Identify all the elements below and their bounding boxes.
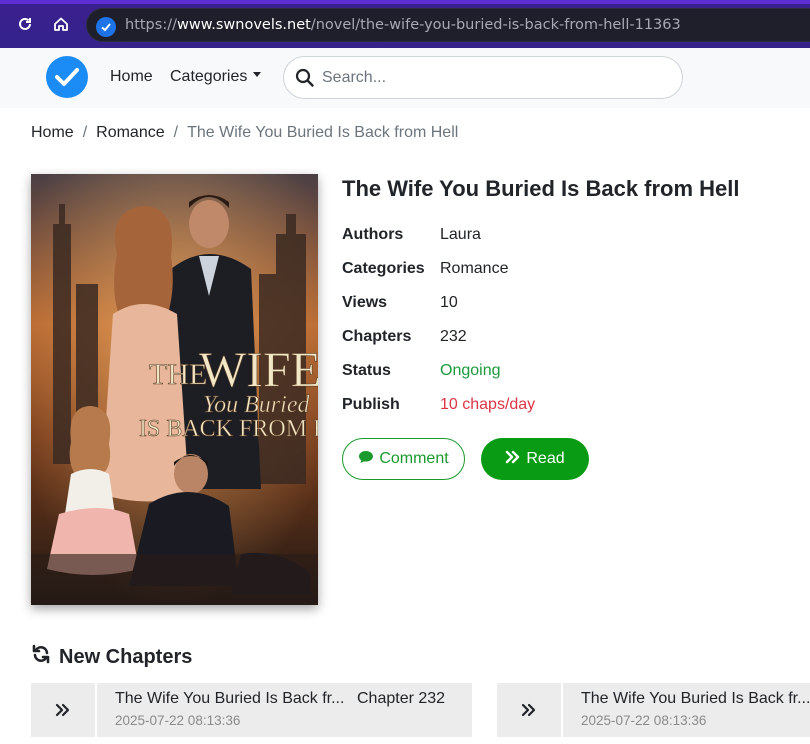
breadcrumb-separator: / bbox=[82, 124, 88, 141]
site-favicon-icon bbox=[96, 17, 116, 37]
info-key: Chapters bbox=[342, 328, 412, 345]
comment-button[interactable]: Comment bbox=[342, 438, 465, 480]
breadcrumb-romance[interactable]: Romance bbox=[96, 124, 164, 141]
browser-toolbar: https://www.swnovels.net/novel/the-wife-… bbox=[0, 0, 810, 48]
chapter-number: Chapter 232 bbox=[357, 690, 446, 707]
info-value[interactable]: Laura bbox=[440, 226, 481, 243]
breadcrumb-separator: / bbox=[173, 124, 179, 141]
novel-cover-image[interactable]: THE WIFE You Buried IS BACK FROM HELL bbox=[31, 174, 318, 605]
url-host: www.swnovels.net bbox=[176, 17, 311, 33]
home-icon[interactable] bbox=[51, 14, 71, 34]
info-row-categories: Categories Romance bbox=[342, 260, 508, 278]
info-value: 10 chaps/day bbox=[440, 396, 536, 413]
site-navbar: Home Categories bbox=[0, 48, 810, 108]
chapter-novel-title: The Wife You Buried Is Back fr... bbox=[581, 690, 810, 707]
cover-title-buried: You Buried bbox=[203, 392, 310, 418]
chapter-novel-title: The Wife You Buried Is Back fr... bbox=[115, 690, 345, 707]
info-value[interactable]: Romance bbox=[440, 260, 508, 277]
info-value: 10 bbox=[440, 294, 458, 311]
chapter-card[interactable]: The Wife You Buried Is Back fr... Chapte… bbox=[31, 683, 472, 737]
site-logo[interactable] bbox=[46, 56, 88, 98]
address-bar[interactable]: https://www.swnovels.net/novel/the-wife-… bbox=[86, 8, 810, 42]
search-box[interactable] bbox=[283, 56, 683, 99]
novel-title: The Wife You Buried Is Back from Hell bbox=[342, 176, 740, 201]
info-key: Views bbox=[342, 294, 388, 311]
nav-categories-dropdown[interactable]: Categories bbox=[170, 68, 262, 86]
nav-categories-label: Categories bbox=[170, 68, 248, 85]
chapter-date: 2025-07-22 08:13:36 bbox=[581, 713, 707, 728]
double-chevron-right-icon bbox=[31, 683, 97, 737]
refresh-icon bbox=[31, 644, 51, 670]
url-text: https://www.swnovels.net/novel/the-wife-… bbox=[125, 17, 681, 33]
search-input[interactable] bbox=[322, 65, 662, 91]
read-label: Read bbox=[526, 450, 565, 467]
info-row-views: Views 10 bbox=[342, 294, 458, 312]
read-button[interactable]: Read bbox=[481, 438, 589, 480]
info-key: Categories bbox=[342, 260, 425, 277]
info-row-authors: Authors Laura bbox=[342, 226, 481, 244]
comment-label: Comment bbox=[379, 450, 449, 467]
info-value: 232 bbox=[440, 328, 467, 345]
info-row-status: Status Ongoing bbox=[342, 362, 501, 380]
breadcrumb-current: The Wife You Buried Is Back from Hell bbox=[187, 124, 459, 141]
caret-down-icon bbox=[253, 72, 262, 78]
chapter-date: 2025-07-22 08:13:36 bbox=[115, 713, 241, 728]
info-key: Publish bbox=[342, 396, 400, 413]
double-chevron-right-icon bbox=[505, 450, 521, 469]
cover-title-back: IS BACK FROM HELL bbox=[139, 416, 318, 442]
info-key: Authors bbox=[342, 226, 404, 243]
new-chapters-heading: New Chapters bbox=[31, 644, 192, 670]
info-row-publish: Publish 10 chaps/day bbox=[342, 396, 535, 414]
comment-icon bbox=[358, 450, 374, 469]
url-path: /novel/the-wife-you-buried-is-back-from-… bbox=[310, 17, 681, 33]
cover-title-wife: WIFE bbox=[199, 341, 318, 397]
double-chevron-right-icon bbox=[497, 683, 563, 737]
chapter-card[interactable]: The Wife You Buried Is Back fr... 2025-0… bbox=[497, 683, 810, 737]
search-icon[interactable] bbox=[295, 68, 315, 93]
info-value: Ongoing bbox=[440, 362, 501, 379]
url-scheme: https:// bbox=[125, 17, 177, 33]
reload-icon[interactable] bbox=[15, 14, 35, 34]
nav-home-link[interactable]: Home bbox=[110, 68, 153, 86]
breadcrumb: Home / Romance / The Wife You Buried Is Back… bbox=[31, 124, 458, 142]
info-key: Status bbox=[342, 362, 391, 379]
info-row-chapters: Chapters 232 bbox=[342, 328, 467, 346]
tab-strip-accent bbox=[0, 0, 810, 4]
breadcrumb-home[interactable]: Home bbox=[31, 124, 74, 141]
new-chapters-title: New Chapters bbox=[59, 645, 193, 668]
